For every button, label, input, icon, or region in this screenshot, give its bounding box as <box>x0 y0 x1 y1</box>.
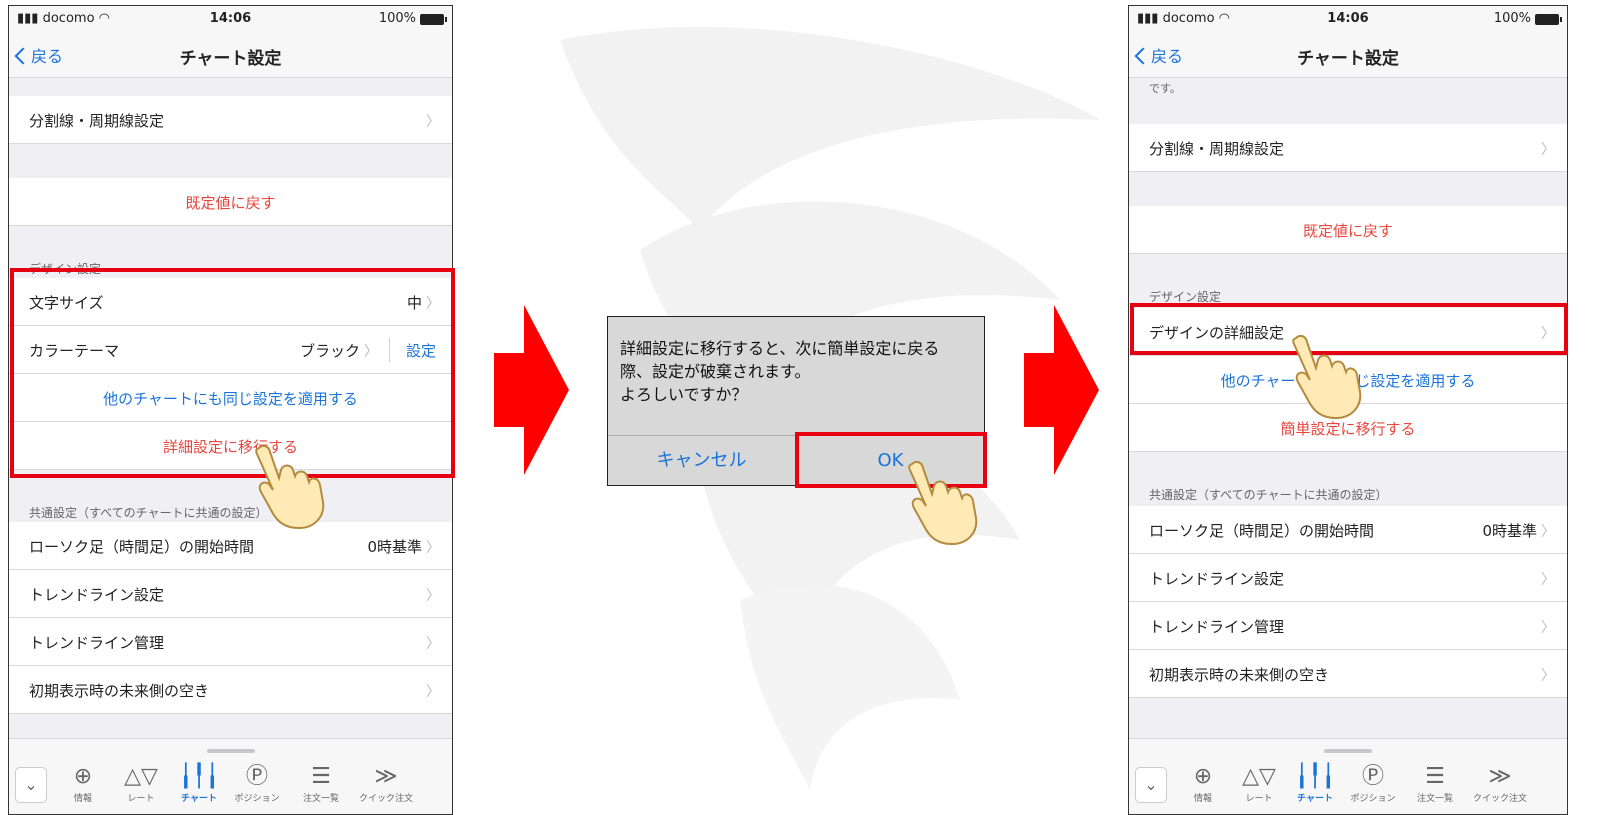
tab-bar: ⌄ ⊕ 情報 △▽ レート ╽╿╽ チャート Ⓟ ポジション ☰ 注文一覧 ≫ クイック注文 <box>1129 738 1567 814</box>
order-list-icon: ☰ <box>1425 764 1445 789</box>
tab-order-list[interactable]: ☰ 注文一覧 <box>293 763 349 804</box>
battery-icon <box>1535 14 1562 25</box>
section-header-common: 共通設定（すべてのチャートに共通の設定） <box>1149 488 1388 502</box>
chevron-right-icon: 〉 <box>1541 668 1555 684</box>
globe-icon: ⊕ <box>73 764 93 789</box>
chevron-right-icon: 〉 <box>426 588 440 604</box>
tab-rate[interactable]: △▽ レート <box>113 763 169 804</box>
order-list-icon: ☰ <box>311 764 331 789</box>
chevron-right-icon: 〉 <box>426 114 440 130</box>
status-bar: ▮▮▮ docomo ◠ 14:06 100% <box>9 6 452 32</box>
section-header-common: 共通設定（すべてのチャートに共通の設定） <box>29 506 268 520</box>
tab-bar: ⌄ ⊕ 情報 △▽ レート ╽╿╽ チャート Ⓟ ポジション ☰ 注文一覧 ≫ クイック注文 <box>9 738 452 814</box>
tab-chart[interactable]: ╽╿╽ チャート <box>1287 763 1343 804</box>
rate-triangles-icon: △▽ <box>1242 764 1276 789</box>
reset-defaults-button[interactable]: 既定値に戻す <box>9 178 452 226</box>
drag-handle[interactable] <box>1324 749 1372 753</box>
chevron-right-icon: 〉 <box>1541 524 1555 540</box>
nav-bar: 戻る チャート設定 <box>1129 32 1567 78</box>
battery-icon <box>420 14 447 25</box>
row-divider-settings[interactable]: 分割線・周期線設定 〉 <box>1129 124 1567 172</box>
row-candle-start-time[interactable]: ローソク足（時間足）の開始時間 0時基準 〉 <box>9 522 452 570</box>
chevron-right-icon: 〉 <box>426 540 440 556</box>
tap-hand-icon <box>1292 334 1362 420</box>
position-p-icon: Ⓟ <box>1361 764 1384 789</box>
tab-chart[interactable]: ╽╿╽ チャート <box>171 763 227 804</box>
chevron-right-icon: 〉 <box>1541 572 1555 588</box>
row-trendline-management[interactable]: トレンドライン管理 〉 <box>1129 602 1567 650</box>
double-chevron-right-icon: ≫ <box>1488 764 1512 789</box>
battery-percent: 100% <box>378 11 416 26</box>
tab-info[interactable]: ⊕ 情報 <box>1175 763 1231 804</box>
collapse-button[interactable]: ⌄ <box>15 767 47 803</box>
highlight-design-settings <box>10 268 455 478</box>
battery-percent: 100% <box>1493 11 1531 26</box>
row-future-space[interactable]: 初期表示時の未来側の空き 〉 <box>1129 650 1567 698</box>
chevron-right-icon: 〉 <box>1541 142 1555 158</box>
tab-info[interactable]: ⊕ 情報 <box>55 763 111 804</box>
status-bar: ▮▮▮ docomo ◠ 14:06 100% <box>1129 6 1567 32</box>
row-candle-start-time[interactable]: ローソク足（時間足）の開始時間 0時基準 〉 <box>1129 506 1567 554</box>
tab-position[interactable]: Ⓟ ポジション <box>1345 763 1401 804</box>
candlestick-chart-icon: ╽╿╽ <box>179 764 219 789</box>
partial-text: です。 <box>1149 82 1181 95</box>
row-trendline-settings[interactable]: トレンドライン設定 〉 <box>9 570 452 618</box>
row-trendline-management[interactable]: トレンドライン管理 〉 <box>9 618 452 666</box>
dialog-message: 詳細設定に移行すると、次に簡単設定に戻る 際、設定が破棄されます。 よろしいです… <box>620 339 940 404</box>
page-title: チャート設定 <box>1297 49 1399 69</box>
globe-icon: ⊕ <box>1193 764 1213 789</box>
double-chevron-right-icon: ≫ <box>374 764 398 789</box>
nav-bar: 戻る チャート設定 <box>9 32 452 78</box>
chevron-right-icon: 〉 <box>1541 620 1555 636</box>
page-title: チャート設定 <box>179 49 282 69</box>
drag-handle[interactable] <box>206 749 255 753</box>
tap-hand-icon <box>908 460 978 546</box>
chevron-right-icon: 〉 <box>426 684 440 700</box>
reset-defaults-button[interactable]: 既定値に戻す <box>1129 206 1567 254</box>
arrow-right-icon <box>1024 305 1099 475</box>
rate-triangles-icon: △▽ <box>124 764 158 789</box>
tab-position[interactable]: Ⓟ ポジション <box>229 763 285 804</box>
arrow-right-icon <box>494 305 569 475</box>
tab-quick-order[interactable]: ≫ クイック注文 <box>353 763 419 804</box>
row-trendline-settings[interactable]: トレンドライン設定 〉 <box>1129 554 1567 602</box>
tab-rate[interactable]: △▽ レート <box>1231 763 1287 804</box>
candlestick-chart-icon: ╽╿╽ <box>1295 764 1335 789</box>
row-future-space[interactable]: 初期表示時の未来側の空き 〉 <box>9 666 452 714</box>
row-divider-settings[interactable]: 分割線・周期線設定 〉 <box>9 96 452 144</box>
chevron-right-icon: 〉 <box>426 636 440 652</box>
tab-order-list[interactable]: ☰ 注文一覧 <box>1407 763 1463 804</box>
tab-quick-order[interactable]: ≫ クイック注文 <box>1467 763 1533 804</box>
collapse-button[interactable]: ⌄ <box>1135 767 1167 803</box>
tap-hand-icon <box>255 444 325 530</box>
position-p-icon: Ⓟ <box>245 764 268 789</box>
cancel-button[interactable]: キャンセル <box>608 436 796 486</box>
